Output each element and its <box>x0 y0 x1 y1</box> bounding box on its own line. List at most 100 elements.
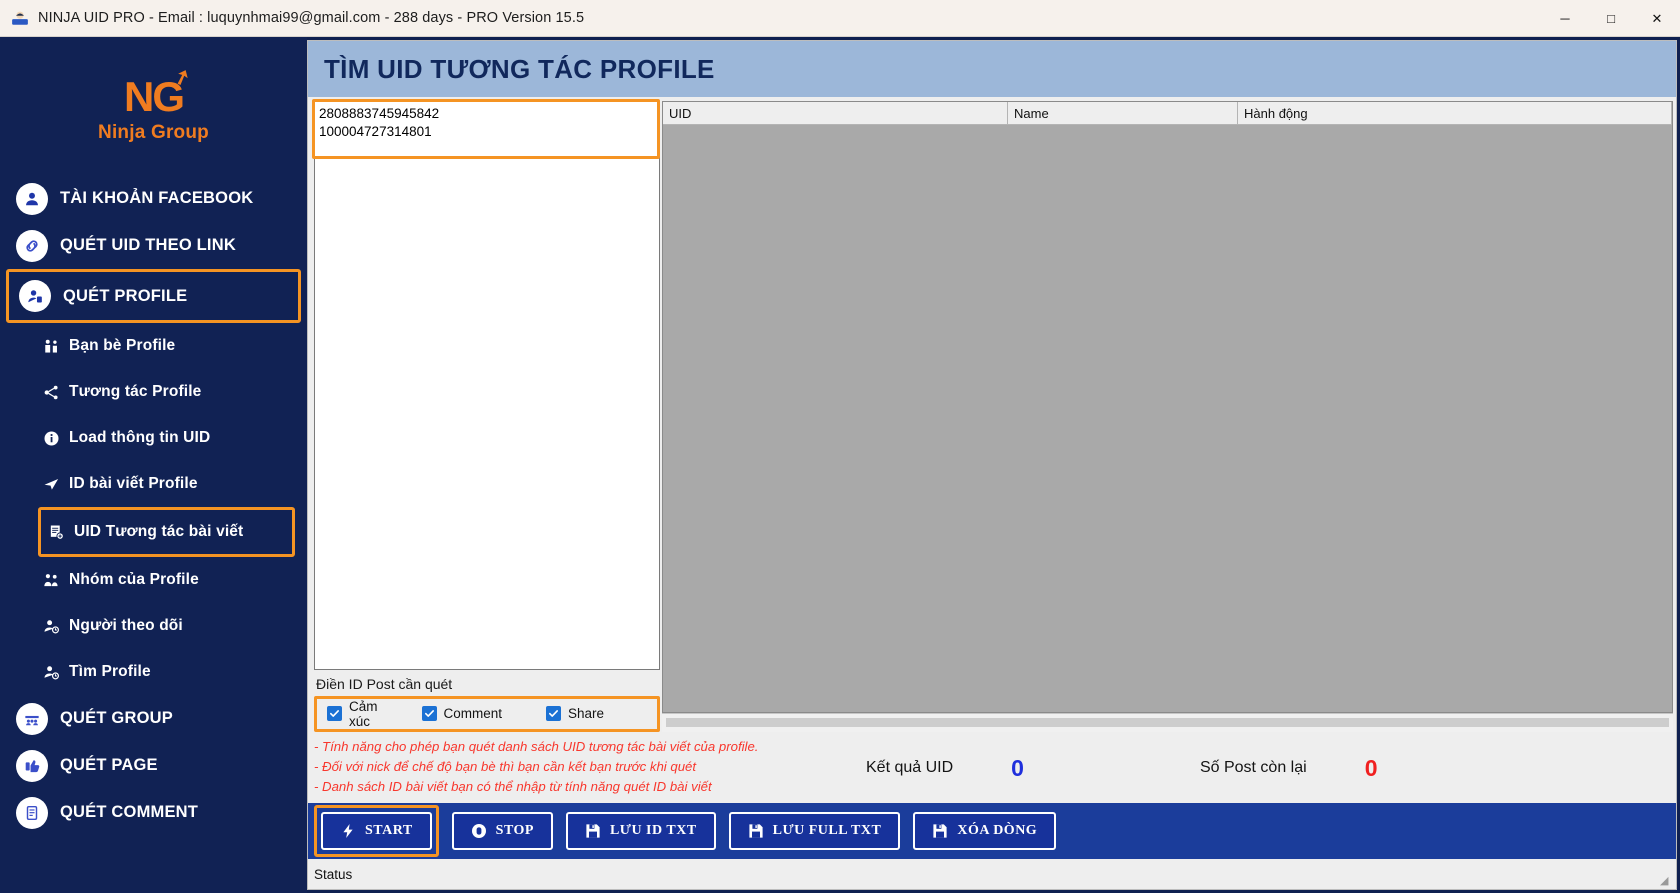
info-icon <box>42 429 61 448</box>
checkbox-label: Comment <box>443 706 503 722</box>
sidebar: NG ➚ Ninja Group TÀI KHOẢN FACEBOOK QUÉT… <box>0 37 307 893</box>
start-button[interactable]: START <box>321 812 432 850</box>
sidebar-item-label: TÀI KHOẢN FACEBOOK <box>60 189 254 207</box>
so-post-con-lai-label: Số Post còn lại <box>1199 759 1307 777</box>
friends-icon <box>42 337 61 356</box>
window-controls: ─ □ ✕ <box>1542 0 1680 37</box>
resize-grip-icon[interactable]: ◢ <box>1660 874 1674 888</box>
grid-header-row: UID Name Hành động <box>663 102 1672 125</box>
button-label: START <box>365 823 413 838</box>
sidebar-item-quet-uid-theo-link[interactable]: QUÉT UID THEO LINK <box>0 222 307 269</box>
sidebar-item-uid-tuong-tac-bai-viet[interactable]: UID Tương tác bài viết <box>38 507 295 557</box>
sidebar-item-label: QUÉT GROUP <box>60 709 173 727</box>
user-follow-icon <box>42 617 61 636</box>
save-full-txt-button[interactable]: LƯU FULL TXT <box>728 812 901 850</box>
sidebar-item-quet-profile[interactable]: QUÉT PROFILE <box>6 269 301 323</box>
delete-row-button-wrap: XÓA DÒNG <box>913 812 1057 850</box>
grid-horizontal-scrollbar[interactable] <box>662 712 1673 732</box>
button-label: XÓA DÒNG <box>957 823 1038 838</box>
results-grid: UID Name Hành động <box>662 101 1673 713</box>
logo-mark: NG ➚ <box>124 65 192 118</box>
sidebar-item-label: QUÉT PROFILE <box>63 286 188 305</box>
scrollbar-thumb[interactable] <box>666 718 1669 728</box>
window-title: NINJA UID PRO - Email : luquynhmai99@gma… <box>38 10 585 26</box>
ket-qua-uid-value: 0 <box>1011 754 1024 781</box>
save-id-txt-button[interactable]: LƯU ID TXT <box>565 812 716 850</box>
share-nodes-icon <box>42 383 61 402</box>
left-column: Điền ID Post cần quét Cảm xúc Comment <box>312 99 660 732</box>
button-label: STOP <box>495 823 534 838</box>
title-bar: NINJA UID PRO - Email : luquynhmai99@gma… <box>0 0 1680 37</box>
group-icon <box>42 571 61 590</box>
sidebar-item-tai-khoan-facebook[interactable]: TÀI KHOẢN FACEBOOK <box>0 175 307 222</box>
checkbox-label: Share <box>568 706 605 722</box>
grid-column-name[interactable]: Name <box>1008 102 1238 125</box>
sidebar-item-nhom-cua-profile[interactable]: Nhóm của Profile <box>0 557 307 603</box>
status-text: Status <box>314 866 353 882</box>
checkbox-cam-xuc[interactable]: Cảm xúc <box>327 699 378 729</box>
app-logo: NG ➚ Ninja Group <box>0 37 307 175</box>
sidebar-item-id-bai-viet-profile[interactable]: ID bài viết Profile <box>0 461 307 507</box>
save-icon <box>749 824 763 838</box>
checkbox-share[interactable]: Share <box>546 706 605 722</box>
save-icon <box>933 824 947 838</box>
check-icon <box>546 706 562 722</box>
id-input-label: Điền ID Post cần quét <box>316 675 453 692</box>
check-icon <box>327 706 342 722</box>
stop-button-wrap: STOP <box>451 812 553 850</box>
grid-body <box>663 125 1672 712</box>
sidebar-item-label: UID Tương tác bài viết <box>74 523 244 540</box>
sidebar-item-quet-group[interactable]: QUÉT GROUP <box>0 695 307 742</box>
note-line: - Danh sách ID bài viết bạn có thể nhập … <box>314 778 712 794</box>
user-search-icon <box>42 663 61 682</box>
so-post-con-lai-value: 0 <box>1364 754 1378 781</box>
ket-qua-uid-label: Kết quả UID <box>866 759 954 777</box>
checkbox-comment[interactable]: Comment <box>421 706 503 722</box>
maximize-button[interactable]: □ <box>1588 0 1634 37</box>
stop-button[interactable]: STOP <box>451 812 553 850</box>
send-icon <box>42 475 61 494</box>
sidebar-item-label: Bạn bè Profile <box>69 337 176 354</box>
results-summary: Kết quả UID 0 Số Post còn lại 0 <box>844 737 1676 782</box>
sidebar-item-label: QUÉT COMMENT <box>60 803 199 821</box>
minimize-button[interactable]: ─ <box>1542 0 1588 37</box>
delete-row-button[interactable]: XÓA DÒNG <box>913 812 1057 850</box>
bolt-icon <box>343 824 353 838</box>
post-id-input[interactable] <box>314 101 660 670</box>
right-column: UID Name Hành động <box>662 101 1673 732</box>
stop-icon <box>471 824 486 838</box>
comment-doc-icon <box>16 796 48 829</box>
save-full-txt-button-wrap: LƯU FULL TXT <box>728 812 901 850</box>
grid-column-hanh-dong[interactable]: Hành động <box>1238 102 1672 125</box>
sidebar-item-quet-comment[interactable]: QUÉT COMMENT <box>0 789 307 836</box>
action-button-bar: START STOP LƯU ID TXT LƯU FULL TXT XÓA D… <box>308 803 1676 859</box>
filter-checkbox-row: Cảm xúc Comment Share <box>314 695 660 732</box>
group-circle-icon <box>16 702 48 735</box>
save-id-txt-button-wrap: LƯU ID TXT <box>565 812 716 850</box>
sidebar-item-label: Người theo dõi <box>69 617 183 634</box>
notes-block: - Tính năng cho phép bạn quét danh sách … <box>314 737 844 797</box>
save-icon <box>586 824 600 838</box>
sidebar-item-label: Load thông tin UID <box>69 429 211 446</box>
check-icon <box>421 706 437 722</box>
user-circle-icon <box>16 182 48 215</box>
close-button[interactable]: ✕ <box>1634 0 1680 37</box>
sidebar-item-ban-be-profile[interactable]: Bạn bè Profile <box>0 323 307 369</box>
document-add-icon <box>47 523 66 542</box>
note-line: - Tính năng cho phép bạn quét danh sách … <box>314 738 759 754</box>
button-label: LƯU FULL TXT <box>772 823 882 838</box>
sidebar-item-quet-page[interactable]: QUÉT PAGE <box>0 742 307 789</box>
sidebar-item-label: QUÉT PAGE <box>60 756 158 774</box>
app-body: NG ➚ Ninja Group TÀI KHOẢN FACEBOOK QUÉT… <box>0 37 1680 893</box>
sidebar-item-tuong-tac-profile[interactable]: Tương tác Profile <box>0 369 307 415</box>
start-button-wrap: START <box>314 805 439 857</box>
link-icon <box>16 229 48 262</box>
sidebar-item-label: ID bài viết Profile <box>69 475 198 492</box>
sidebar-item-load-thong-tin-uid[interactable]: Load thông tin UID <box>0 415 307 461</box>
status-bar: Status ◢ <box>308 859 1676 889</box>
sidebar-item-tim-profile[interactable]: Tìm Profile <box>0 649 307 695</box>
sidebar-item-label: QUÉT UID THEO LINK <box>60 236 236 254</box>
grid-column-uid[interactable]: UID <box>663 102 1008 125</box>
id-input-wrap <box>312 99 660 670</box>
sidebar-item-nguoi-theo-doi[interactable]: Người theo dõi <box>0 603 307 649</box>
